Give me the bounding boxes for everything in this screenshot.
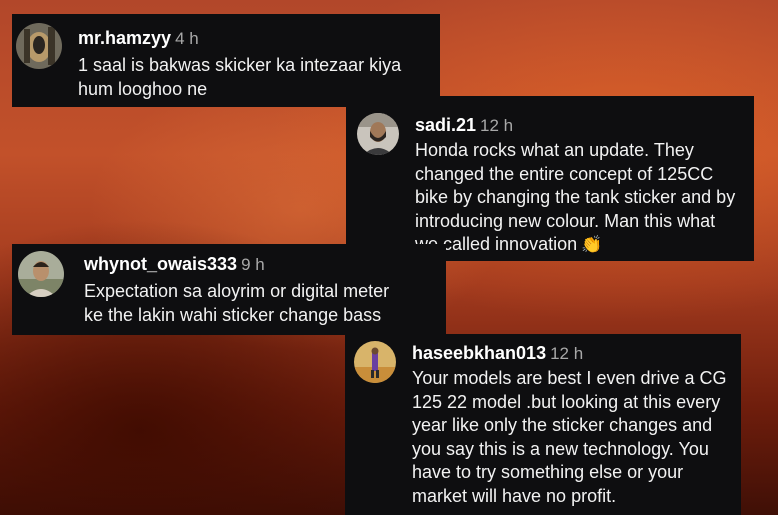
comment-line: 125 22 model .but looking at this every [412,391,721,412]
profile-photo-icon [357,113,399,155]
comment-line: ke the lakin wahi sticker change bass [84,304,382,325]
comment-line: market will have no profit. [412,485,617,506]
comment-text: Honda rocks what an update. They changed… [415,139,749,257]
comment-header: sadi.21 12 h [415,115,513,136]
avatar[interactable] [357,113,399,155]
comment-line: bike by changing the tank sticker and by [415,187,736,207]
comment-line: changed the entire concept of 125CC [415,163,714,184]
username[interactable]: sadi.21 [415,115,476,135]
profile-photo-icon [18,251,64,297]
username[interactable]: mr.hamzyy [78,28,171,48]
comment-line: introducing new colour. Man this what [415,210,716,231]
comment-header: whynot_owais333 9 h [84,254,265,275]
comment-card: sadi.21 12 h Honda rocks what an update. … [346,96,754,261]
avatar[interactable] [18,251,64,297]
comment-card: haseebkhan013 12 h Your models are best I… [345,334,741,515]
avatar[interactable] [16,23,62,69]
timestamp: 9 h [241,255,265,274]
comment-line: 1 saal is bakwas skicker ka intezaar kiy… [78,55,402,75]
comment-line: Your models are best I even drive a CG [412,368,727,388]
comment-text: 1 saal is bakwas skicker ka intezaar kiy… [78,54,434,101]
comment-line: Honda rocks what an update. They [415,140,694,160]
comment-text: Expectation sa aloyrim or digital meter … [84,280,444,327]
comment-line: year like only the sticker changes and [412,415,713,435]
timestamp: 12 h [480,116,514,135]
comment-header: mr.hamzyy 4 h [78,28,199,49]
timestamp: 12 h [550,344,584,363]
comment-line: Expectation sa aloyrim or digital meter [84,281,390,301]
profile-photo-icon [354,341,396,383]
clapping-hands-icon: 👏 [581,235,603,254]
comment-text: Your models are best I even drive a CG 1… [412,367,738,508]
comment-header: haseebkhan013 12 h [412,343,583,364]
avatar[interactable] [354,341,396,383]
username[interactable]: haseebkhan013 [412,343,546,363]
comment-card: mr.hamzyy 4 h 1 saal is bakwas skicker ka… [12,14,440,107]
timestamp: 4 h [175,29,199,48]
username[interactable]: whynot_owais333 [84,254,237,274]
comment-line-last: we called innovation 👏 [415,233,749,257]
profile-photo-icon [16,23,62,69]
comment-line: have to try something else or your [412,462,684,482]
comment-line: you say this is a new technology. You [412,438,709,459]
comment-card: whynot_owais333 9 h Expectation sa aloyri… [12,244,446,335]
